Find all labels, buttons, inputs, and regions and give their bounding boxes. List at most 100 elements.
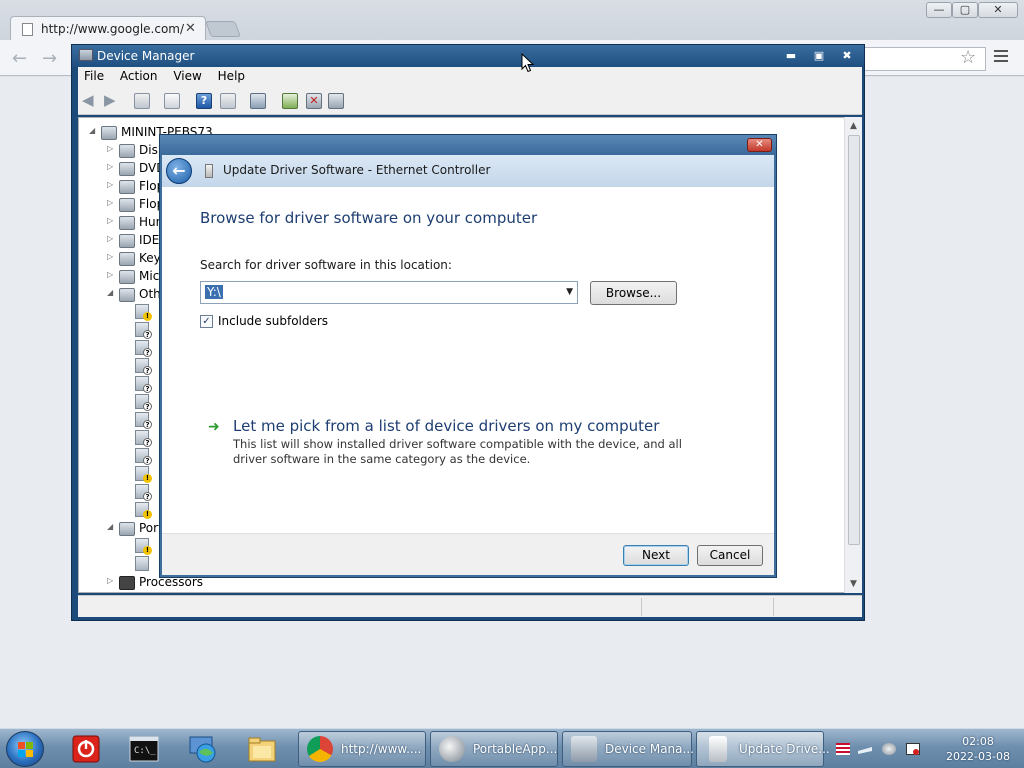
dropdown-arrow-icon[interactable]: ▼ [566,287,573,297]
device-tree-scrollbar[interactable]: ▲ ▼ [844,117,862,593]
device-manager-close-button[interactable]: ✖ [835,49,859,63]
back-arrow-icon[interactable]: ← [12,48,27,69]
expand-icon[interactable]: ▷ [107,162,113,171]
show-hide-tree-icon[interactable] [134,93,150,109]
properties-icon[interactable] [164,93,180,109]
expand-icon[interactable]: ▷ [107,198,113,207]
expand-icon[interactable]: ▷ [107,144,113,153]
network-globe-icon[interactable] [186,733,218,765]
help-icon[interactable]: ? [196,93,212,109]
ide-controller-icon [119,234,135,248]
pick-from-list-link[interactable]: Let me pick from a list of device driver… [233,417,659,435]
include-subfolders-label[interactable]: Include subfolders [218,314,328,328]
chrome-maximize-button[interactable]: ▢ [952,2,978,18]
chrome-minimize-button[interactable]: — [926,2,952,18]
search-location-combobox[interactable]: Y:\ ▼ [200,281,578,304]
search-location-label: Search for driver software in this locat… [200,258,452,272]
expand-icon[interactable]: ▷ [107,252,113,261]
menu-file[interactable]: File [78,67,110,83]
unknown-device-icon[interactable]: ! [135,502,152,519]
collapse-icon[interactable]: ◢ [107,522,113,531]
green-arrow-icon[interactable]: ➜ [208,419,220,435]
device-manager-titlebar[interactable]: Device Manager ▬ ▣ ✖ [72,45,864,67]
expand-icon[interactable]: ▷ [107,234,113,243]
taskbar-chrome-button[interactable]: http://www.... [298,731,426,767]
warning-icon: ! [143,312,152,321]
close-tab-icon[interactable]: ✕ [185,21,196,36]
chrome-close-button[interactable]: ✕ [978,2,1018,18]
unknown-device-icon[interactable]: ! [135,304,152,321]
unknown-device-icon[interactable]: ? [135,394,152,411]
bookmark-star-icon[interactable]: ☆ [960,47,976,68]
scan-hardware-icon[interactable] [250,93,266,109]
taskbar-update-driver-button[interactable]: Update Drive... [696,731,830,767]
browser-tab[interactable]: http://www.google.com/ ✕ [10,16,206,42]
chrome-menu-icon[interactable] [994,50,1008,65]
unknown-device-icon[interactable]: ! [135,466,152,483]
start-button[interactable] [6,731,44,767]
uninstall-icon[interactable]: ✕ [306,93,322,109]
file-explorer-icon[interactable] [246,733,278,765]
dialog-close-button[interactable]: ✕ [747,138,772,152]
question-icon: ? [143,420,152,429]
device-manager-minimize-button[interactable]: ▬ [779,49,803,63]
safely-remove-icon[interactable] [906,743,920,755]
collapse-icon[interactable]: ◢ [107,288,113,297]
command-prompt-icon[interactable]: C:\_ [128,733,160,765]
page-icon [22,23,33,36]
unknown-device-icon[interactable]: ? [135,376,152,393]
device-manager-icon [571,736,597,762]
device-icon [205,164,213,178]
language-flag-icon[interactable] [836,743,850,755]
search-location-value[interactable]: Y:\ [205,285,223,299]
menu-action[interactable]: Action [114,67,164,83]
unknown-device-icon[interactable]: ? [135,448,152,465]
volume-icon[interactable] [882,743,896,755]
scroll-down-icon[interactable]: ▼ [850,579,857,589]
forward-icon[interactable]: ▶ [104,93,120,109]
browse-button[interactable]: Browse... [590,281,677,305]
clock-date: 2022-03-08 [946,750,1010,763]
question-icon: ? [143,330,152,339]
port-icon[interactable] [135,556,149,571]
new-tab-button[interactable] [205,21,241,37]
question-icon: ? [143,402,152,411]
disable-device-icon[interactable] [328,93,344,109]
cancel-button[interactable]: Cancel [697,545,763,566]
next-button[interactable]: Next [623,545,689,566]
unknown-device-icon[interactable]: ? [135,358,152,375]
collapse-icon[interactable]: ◢ [89,126,95,135]
power-app-icon[interactable] [70,733,102,765]
menu-view[interactable]: View [167,67,207,83]
update-driver-icon[interactable] [282,93,298,109]
scroll-up-icon[interactable]: ▲ [850,121,857,131]
floppy-controller-icon [119,198,135,212]
dialog-heading: Browse for driver software on your compu… [200,209,538,227]
unknown-device-icon[interactable]: ? [135,340,152,357]
unknown-device-icon[interactable]: ? [135,484,152,501]
expand-icon[interactable]: ▷ [107,216,113,225]
device-manager-maximize-button[interactable]: ▣ [807,49,831,63]
expand-icon[interactable]: ▷ [107,576,113,585]
question-icon: ? [143,438,152,447]
clock[interactable]: 02:08 2022-03-08 [938,734,1018,764]
taskbar-device-manager-button[interactable]: Device Mana... [562,731,694,767]
expand-icon[interactable]: ▷ [107,270,113,279]
unknown-device-icon[interactable]: ? [135,430,152,447]
chrome-tabstrip: http://www.google.com/ ✕ — ▢ ✕ [0,0,1024,42]
expand-icon[interactable]: ▷ [107,180,113,189]
network-icon[interactable] [858,743,872,755]
unknown-device-icon[interactable]: ? [135,322,152,339]
scrollbar-thumb[interactable] [848,135,860,545]
forward-arrow-icon[interactable]: → [42,48,57,69]
port-icon[interactable]: ! [135,538,152,555]
view-icon[interactable] [220,93,236,109]
back-button[interactable]: ← [166,158,192,184]
taskbar-portableapps-button[interactable]: PortableApp... [430,731,558,767]
menu-help[interactable]: Help [212,67,251,83]
question-icon: ? [143,384,152,393]
back-icon[interactable]: ◀ [82,93,98,109]
unknown-device-icon[interactable]: ? [135,412,152,429]
dialog-titlebar[interactable]: ✕ [160,135,776,155]
include-subfolders-checkbox[interactable]: ✓ [200,315,213,328]
